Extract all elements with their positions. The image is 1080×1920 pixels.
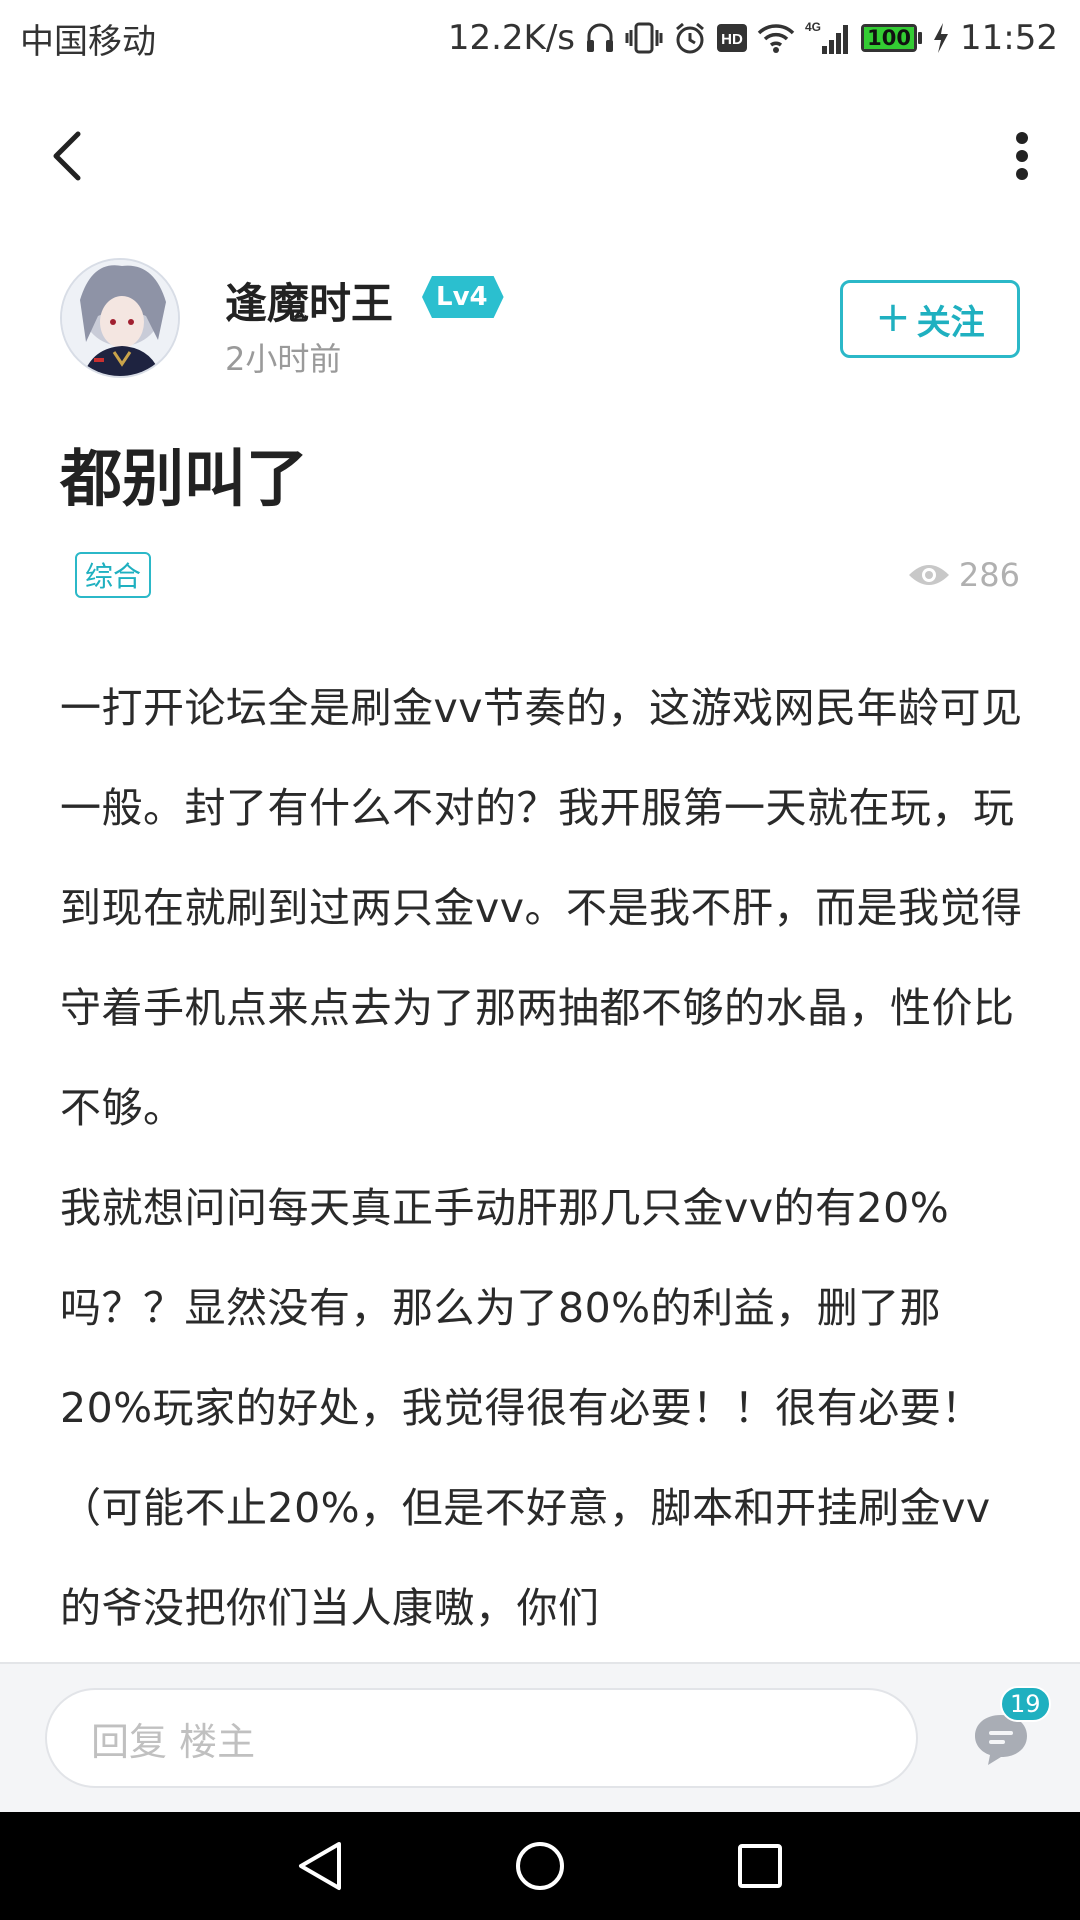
net-speed: 12.2K/s	[447, 18, 576, 58]
post-paragraph: 我就想问问每天真正手动肝那几只金vv的有20%吗？？显然没有，那么为了80%的利…	[60, 1184, 991, 1632]
reply-input[interactable]: 回复 楼主	[45, 1688, 918, 1788]
battery-indicator: 100	[861, 24, 923, 52]
headphones-icon	[585, 18, 615, 58]
author-header: 逢魔时王 Lv4 2小时前 + 关注	[60, 258, 1020, 378]
alarm-icon	[673, 18, 707, 58]
follow-button[interactable]: + 关注	[840, 280, 1020, 358]
avatar[interactable]	[60, 258, 180, 378]
eye-icon	[908, 565, 949, 585]
top-nav	[0, 110, 1080, 200]
charging-icon	[932, 18, 950, 58]
author-name[interactable]: 逢魔时王	[225, 270, 393, 331]
nav-home-button[interactable]	[505, 1831, 575, 1901]
svg-text:HD: HD	[721, 31, 743, 48]
nav-back-button[interactable]	[285, 1831, 355, 1901]
category-tag[interactable]: 综合	[75, 552, 152, 598]
triangle-back-icon	[299, 1842, 341, 1890]
more-options-button[interactable]	[994, 128, 1050, 184]
wifi-icon	[757, 18, 795, 58]
post-time: 2小时前	[225, 340, 342, 378]
vibrate-icon	[625, 18, 663, 58]
follow-label: 关注	[916, 302, 985, 343]
post-body: 一打开论坛全是刷金vv节奏的，这游戏网民年龄可见一般。封了有什么不对的？我开服第…	[60, 658, 1025, 1662]
battery-level: 100	[867, 26, 911, 50]
network-type-label: 4G	[805, 20, 821, 34]
view-count: 286	[907, 552, 1020, 598]
view-count-value: 286	[958, 556, 1020, 594]
back-button[interactable]	[40, 128, 96, 184]
signal-icon: 4G	[805, 18, 851, 58]
reply-bar: 回复 楼主 19	[0, 1662, 1080, 1812]
plus-icon: +	[875, 292, 911, 341]
post-title: 都别叫了	[60, 442, 309, 515]
status-icons: 12.2K/s HD 4G 100 11:52	[448, 18, 1058, 58]
system-nav-bar	[0, 1812, 1080, 1920]
circle-home-icon	[516, 1842, 564, 1890]
comment-count-badge: 19	[1000, 1686, 1051, 1722]
level-badge: Lv4	[422, 276, 504, 318]
square-recents-icon	[738, 1844, 782, 1888]
carrier-label: 中国移动	[20, 21, 156, 62]
post-paragraph: 一打开论坛全是刷金vv节奏的，这游戏网民年龄可见一般。封了有什么不对的？我开服第…	[60, 684, 1023, 1132]
chevron-left-icon	[53, 131, 81, 181]
hd-icon: HD	[717, 18, 748, 58]
more-vertical-icon	[1016, 132, 1028, 180]
nav-recents-button[interactable]	[725, 1831, 795, 1901]
status-bar: 中国移动 12.2K/s HD 4G 100 11:52	[0, 0, 1080, 76]
clock: 11:52	[960, 18, 1058, 58]
